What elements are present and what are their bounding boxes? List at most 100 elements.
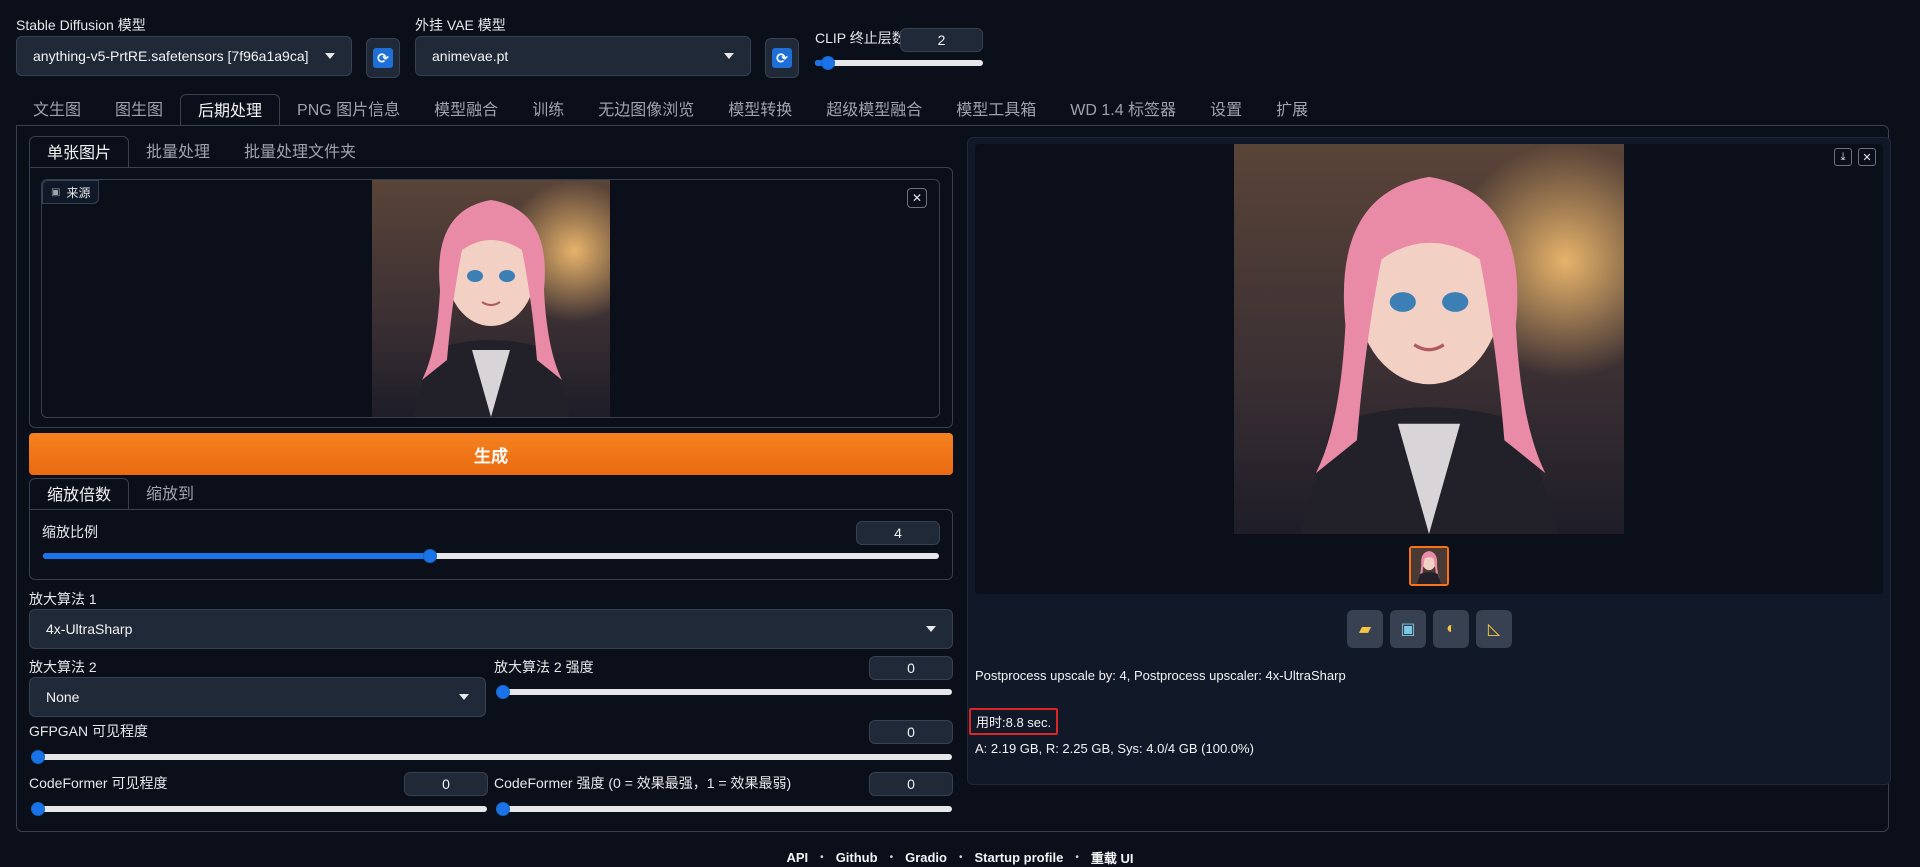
footer-separator: •: [1075, 852, 1079, 863]
vae-label: 外挂 VAE 模型: [415, 17, 506, 33]
gfpgan-input[interactable]: 0: [869, 720, 953, 744]
upscaler1-label: 放大算法 1: [29, 591, 97, 607]
upscaler1-value: 4x-UltraSharp: [46, 621, 133, 637]
generation-info: Postprocess upscale by: 4, Postprocess u…: [975, 668, 1346, 683]
main-tab[interactable]: 无边图像浏览: [581, 94, 711, 126]
codeformer-visibility-label: CodeFormer 可见程度: [29, 775, 168, 791]
refresh-icon: ⟳: [373, 48, 393, 68]
chevron-down-icon: [325, 53, 335, 59]
scale-slider[interactable]: [43, 549, 939, 563]
image-icon: ▣: [51, 186, 61, 198]
close-icon: ✕: [1862, 151, 1872, 164]
main-tabs: 文生图 图生图 后期处理 PNG 图片信息 模型融合 训练 无边图像浏览 模型转换 超级模型融合…: [16, 94, 1325, 126]
memory-stats: A: 2.19 GB, R: 2.25 GB, Sys: 4.0/4 GB (1…: [975, 741, 1254, 756]
refresh-sd-model-button[interactable]: ⟳: [366, 38, 400, 78]
main-tab[interactable]: 超级模型融合: [809, 94, 939, 126]
footer-separator: •: [820, 852, 824, 863]
resize-tab[interactable]: 缩放倍数: [29, 478, 130, 510]
main-tab[interactable]: 扩展: [1259, 94, 1325, 126]
folder-icon: ▰: [1358, 621, 1372, 638]
send-to-extras-button[interactable]: ◺: [1476, 610, 1512, 648]
upscaler2-strength-input[interactable]: 0: [869, 656, 953, 680]
open-folder-button[interactable]: ▰: [1347, 610, 1383, 648]
upscaler2-dropdown[interactable]: None: [29, 677, 486, 717]
refresh-vae-button[interactable]: ⟳: [765, 38, 799, 78]
main-tab[interactable]: 后期处理: [180, 94, 281, 126]
source-label: 来源: [66, 185, 91, 200]
chevron-down-icon: [724, 53, 734, 59]
codeformer-visibility-slider[interactable]: [31, 802, 487, 816]
codeformer-weight-input[interactable]: 0: [869, 772, 953, 796]
vae-dropdown[interactable]: animevae.pt: [415, 36, 751, 76]
slider-thumb[interactable]: [496, 802, 510, 816]
resize-tab[interactable]: 缩放到: [129, 478, 211, 510]
footer-link[interactable]: Startup profile: [975, 850, 1064, 865]
time-taken: 用时:8.8 sec.: [969, 708, 1059, 735]
sub-tab[interactable]: 批量处理文件夹: [227, 136, 373, 168]
footer: API • Github • Gradio • Startup profile • 重载 UI: [0, 848, 1920, 867]
sub-tab[interactable]: 单张图片: [29, 136, 130, 168]
slider-thumb[interactable]: [31, 802, 45, 816]
sub-tabs: 单张图片 批量处理 批量处理文件夹: [29, 136, 373, 168]
chevron-down-icon: [459, 694, 469, 700]
footer-link[interactable]: 重载 UI: [1091, 848, 1134, 867]
main-tab[interactable]: 模型融合: [417, 94, 515, 126]
scale-number-input[interactable]: 4: [856, 521, 940, 545]
upscaler1-dropdown[interactable]: 4x-UltraSharp: [29, 609, 953, 649]
clear-image-button[interactable]: ✕: [907, 188, 927, 208]
resize-tabs: 缩放倍数 缩放到: [29, 478, 211, 510]
source-image-box[interactable]: ▣ 来源 ✕: [41, 179, 940, 418]
download-icon: ⤓: [1840, 150, 1846, 163]
palette-icon: ◐: [1446, 620, 1456, 637]
vae-value: animevae.pt: [432, 48, 509, 64]
clip-label: CLIP 终止层数: [815, 30, 906, 46]
sub-tab[interactable]: 批量处理: [129, 136, 227, 168]
send-to-img2img-button[interactable]: ▣: [1390, 610, 1426, 648]
main-tab[interactable]: 图生图: [98, 94, 180, 126]
clip-number-input[interactable]: 2: [900, 28, 983, 52]
source-tag: ▣ 来源: [42, 180, 100, 204]
slider-thumb[interactable]: [821, 56, 836, 70]
refresh-icon: ⟳: [772, 48, 792, 68]
send-to-inpaint-button[interactable]: ◐: [1433, 610, 1469, 648]
footer-link[interactable]: API: [787, 850, 809, 865]
footer-separator: •: [889, 852, 894, 863]
clip-slider[interactable]: [815, 56, 983, 70]
close-output-button[interactable]: ✕: [1858, 148, 1876, 166]
main-tab[interactable]: 训练: [515, 94, 581, 126]
main-tab[interactable]: 模型工具箱: [939, 94, 1053, 126]
slider-thumb[interactable]: [496, 685, 510, 699]
scale-label: 缩放比例: [42, 524, 98, 540]
generate-button[interactable]: 生成: [29, 433, 953, 475]
chevron-down-icon: [926, 626, 936, 632]
codeformer-visibility-input[interactable]: 0: [404, 772, 488, 796]
triangle-ruler-icon: ◺: [1487, 621, 1501, 638]
footer-separator: •: [959, 852, 963, 863]
main-tab[interactable]: 设置: [1193, 94, 1259, 126]
footer-link[interactable]: Github: [836, 850, 878, 865]
main-tab[interactable]: PNG 图片信息: [280, 94, 417, 126]
upscaler2-strength-slider[interactable]: [496, 685, 952, 699]
codeformer-weight-label: CodeFormer 强度 (0 = 效果最强，1 = 效果最弱): [494, 775, 792, 791]
sd-model-dropdown[interactable]: anything-v5-PrtRE.safetensors [7f96a1a9c…: [16, 36, 352, 76]
codeformer-weight-slider[interactable]: [496, 802, 952, 816]
slider-thumb[interactable]: [31, 750, 45, 764]
upscaler2-label: 放大算法 2: [29, 659, 97, 675]
output-image[interactable]: [1234, 144, 1624, 534]
close-icon: ✕: [911, 191, 923, 205]
image-icon: ▣: [1400, 621, 1416, 638]
footer-link[interactable]: Gradio: [905, 850, 947, 865]
download-button[interactable]: ⤓: [1834, 148, 1852, 166]
gfpgan-slider[interactable]: [31, 750, 952, 764]
upscaler2-strength-label: 放大算法 2 强度: [494, 659, 594, 675]
main-tab[interactable]: WD 1.4 标签器: [1053, 94, 1193, 126]
output-tools: ▰ ▣ ◐ ◺: [1347, 610, 1512, 648]
output-thumbnail[interactable]: [1409, 546, 1449, 586]
main-tab[interactable]: 模型转换: [711, 94, 809, 126]
slider-thumb[interactable]: [423, 549, 438, 563]
sd-model-label: Stable Diffusion 模型: [16, 17, 146, 33]
gfpgan-label: GFPGAN 可见程度: [29, 723, 149, 739]
source-image: [372, 180, 610, 417]
main-tab[interactable]: 文生图: [16, 94, 98, 126]
resize-panel: [29, 509, 953, 580]
